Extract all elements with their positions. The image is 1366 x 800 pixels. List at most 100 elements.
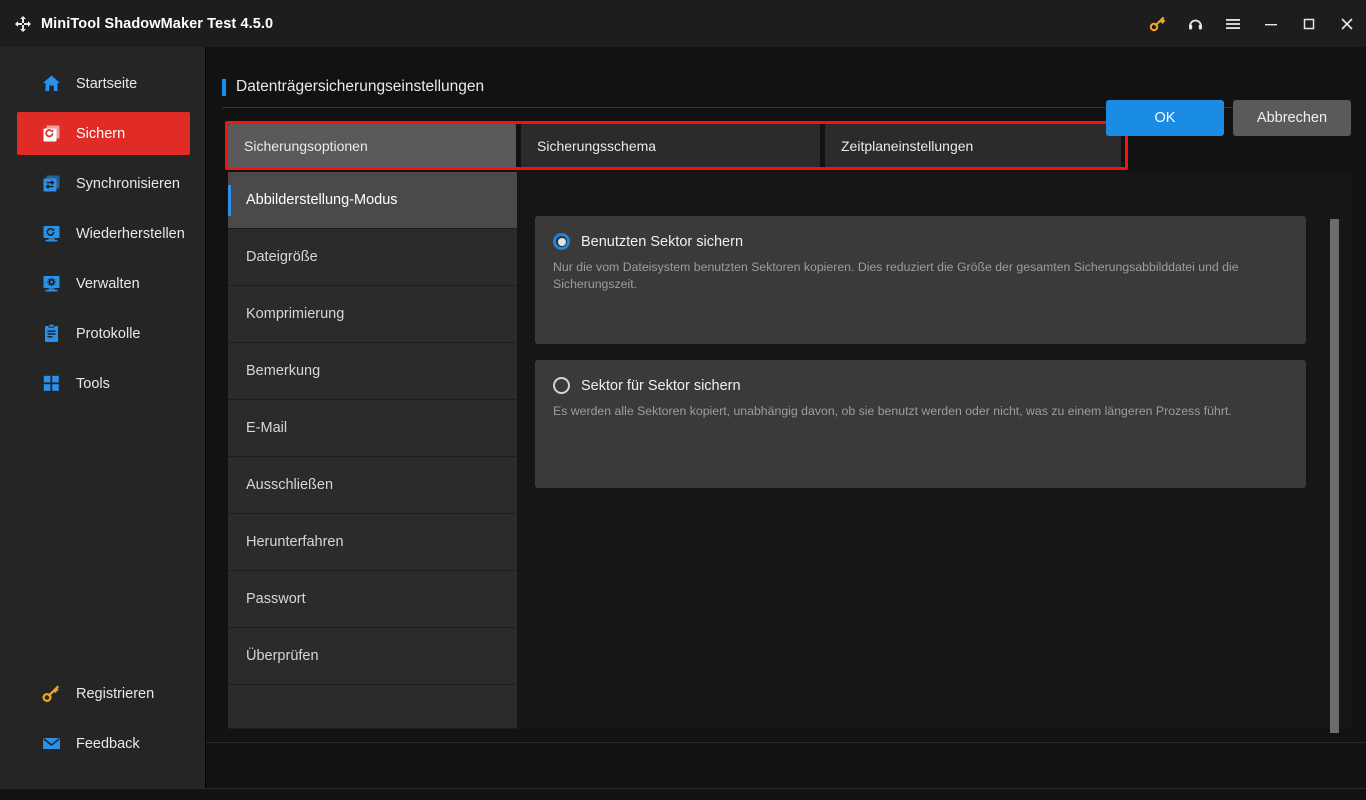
- radio-description: Es werden alle Sektoren kopiert, unabhän…: [553, 404, 1232, 418]
- window-bottom-strip: [0, 788, 1366, 800]
- window-controls: [1138, 0, 1366, 47]
- sidebar-item-label: Sichern: [76, 125, 126, 142]
- content-area: Datenträgersicherungseinstellungen Siche…: [206, 47, 1366, 789]
- sidebar-item-label: Verwalten: [76, 275, 140, 292]
- option-herunterfahren[interactable]: Herunterfahren: [228, 514, 517, 571]
- close-button[interactable]: [1328, 0, 1366, 47]
- app-window: MiniTool ShadowMaker Test 4.5.0 Startsei…: [0, 0, 1366, 800]
- sidebar-item-startseite[interactable]: Startseite: [17, 62, 190, 105]
- tools-icon: [39, 372, 63, 396]
- option-label: Passwort: [246, 591, 306, 607]
- sidebar-item-label: Startseite: [76, 75, 138, 92]
- active-accent-bar: [228, 584, 231, 615]
- sidebar-item-verwalten[interactable]: Verwalten: [17, 262, 190, 305]
- sidebar-item-protokolle[interactable]: Protokolle: [17, 312, 190, 355]
- ok-button-label: OK: [1154, 110, 1176, 126]
- sidebar-bottom-nav: Registrieren Feedback: [0, 672, 205, 772]
- option-label: Überprüfen: [246, 648, 319, 664]
- scrollbar-thumb[interactable]: [1330, 219, 1339, 733]
- sidebar-item-tools[interactable]: Tools: [17, 362, 190, 405]
- title-accent-bar: [222, 78, 226, 96]
- option-label: Ausschließen: [246, 477, 334, 493]
- logs-icon: [39, 322, 63, 346]
- key-icon: [39, 682, 63, 706]
- option-label: Komprimierung: [246, 306, 345, 322]
- active-accent-bar: [228, 242, 231, 273]
- option-label: Herunterfahren: [246, 534, 344, 550]
- home-icon: [39, 72, 63, 96]
- sidebar-nav: Startseite Sichern Synchronisieren Wiede…: [0, 62, 205, 405]
- window-title: MiniTool ShadowMaker Test 4.5.0: [41, 15, 274, 32]
- hamburger-menu-icon[interactable]: [1214, 0, 1252, 47]
- cancel-button-label: Abbrechen: [1256, 110, 1328, 126]
- tab-label: Sicherungsschema: [537, 138, 657, 154]
- radio-description: Nur die vom Dateisystem benutzten Sektor…: [553, 260, 1239, 291]
- tab-zeitplaneinstellungen[interactable]: Zeitplaneinstellungen: [825, 123, 1121, 169]
- manage-icon: [39, 272, 63, 296]
- radio-sektor-fuer-sektor-sichern[interactable]: [553, 377, 570, 394]
- radio-label: Benutzten Sektor sichern: [581, 233, 744, 250]
- ok-button[interactable]: OK: [1106, 100, 1224, 136]
- active-accent-bar: [228, 470, 231, 501]
- option-abbilderstellung-modus[interactable]: Abbilderstellung-Modus: [228, 172, 517, 229]
- sidebar-item-wiederherstellen[interactable]: Wiederherstellen: [17, 212, 190, 255]
- active-accent-bar: [228, 299, 231, 330]
- radio-card-sektor-fuer-sektor-sichern[interactable]: Sektor für Sektor sichern Es werden alle…: [535, 360, 1306, 488]
- active-accent-bar: [228, 185, 231, 216]
- radio-benutzten-sektor-sichern[interactable]: [553, 233, 570, 250]
- shadowmaker-logo-icon: [12, 13, 34, 35]
- restore-icon: [39, 222, 63, 246]
- options-list-filler: [228, 685, 517, 729]
- sidebar-item-sichern[interactable]: Sichern: [17, 112, 190, 155]
- option-detail-pane: Benutzten Sektor sichern Nur die vom Dat…: [535, 172, 1352, 729]
- active-accent-bar: [228, 413, 231, 444]
- footer-bar: [206, 743, 1366, 789]
- backup-icon: [39, 122, 63, 146]
- option-bemerkung[interactable]: Bemerkung: [228, 343, 517, 400]
- active-accent-bar: [228, 527, 231, 558]
- sidebar-item-label: Protokolle: [76, 325, 141, 342]
- page-header: Datenträgersicherungseinstellungen: [222, 78, 484, 96]
- page-title: Datenträgersicherungseinstellungen: [236, 78, 485, 95]
- option-label: Bemerkung: [246, 363, 321, 379]
- headphones-icon[interactable]: [1176, 0, 1214, 47]
- options-list: Abbilderstellung-Modus Dateigröße Kompri…: [228, 172, 517, 729]
- sidebar-item-label: Registrieren: [76, 685, 155, 702]
- sync-icon: [39, 172, 63, 196]
- option-label: Abbilderstellung-Modus: [246, 192, 398, 208]
- option-label: E-Mail: [246, 420, 288, 436]
- radio-label: Sektor für Sektor sichern: [581, 377, 741, 394]
- option-dateigroesse[interactable]: Dateigröße: [228, 229, 517, 286]
- maximize-button[interactable]: [1290, 0, 1328, 47]
- tab-label: Zeitplaneinstellungen: [841, 138, 974, 154]
- active-accent-bar: [228, 641, 231, 672]
- envelope-icon: [39, 732, 63, 756]
- radio-row[interactable]: Benutzten Sektor sichern: [535, 216, 1306, 250]
- active-accent-bar: [228, 356, 231, 387]
- tab-sicherungsoptionen[interactable]: Sicherungsoptionen: [228, 123, 516, 169]
- settings-panel: Abbilderstellung-Modus Dateigröße Kompri…: [228, 172, 1352, 729]
- option-passwort[interactable]: Passwort: [228, 571, 517, 628]
- tab-bar: Sicherungsoptionen Sicherungsschema Zeit…: [228, 123, 1128, 169]
- sidebar: Startseite Sichern Synchronisieren Wiede…: [0, 47, 206, 789]
- option-komprimierung[interactable]: Komprimierung: [228, 286, 517, 343]
- sidebar-item-registrieren[interactable]: Registrieren: [17, 672, 190, 715]
- sidebar-item-feedback[interactable]: Feedback: [17, 722, 190, 765]
- sidebar-item-label: Tools: [76, 375, 110, 392]
- cancel-button[interactable]: Abbrechen: [1233, 100, 1351, 136]
- tab-label: Sicherungsoptionen: [244, 138, 368, 154]
- minimize-button[interactable]: [1252, 0, 1290, 47]
- sidebar-item-label: Wiederherstellen: [76, 225, 185, 242]
- sidebar-item-label: Synchronisieren: [76, 175, 180, 192]
- sidebar-item-synchronisieren[interactable]: Synchronisieren: [17, 162, 190, 205]
- key-icon[interactable]: [1138, 0, 1176, 47]
- option-ausschliessen[interactable]: Ausschließen: [228, 457, 517, 514]
- radio-card-benutzten-sektor-sichern[interactable]: Benutzten Sektor sichern Nur die vom Dat…: [535, 216, 1306, 344]
- option-ueberpruefen[interactable]: Überprüfen: [228, 628, 517, 685]
- option-email[interactable]: E-Mail: [228, 400, 517, 457]
- radio-row[interactable]: Sektor für Sektor sichern: [535, 360, 1306, 394]
- title-bar: MiniTool ShadowMaker Test 4.5.0: [0, 0, 1366, 47]
- sidebar-item-label: Feedback: [76, 735, 140, 752]
- option-label: Dateigröße: [246, 249, 318, 265]
- tab-sicherungsschema[interactable]: Sicherungsschema: [521, 123, 820, 169]
